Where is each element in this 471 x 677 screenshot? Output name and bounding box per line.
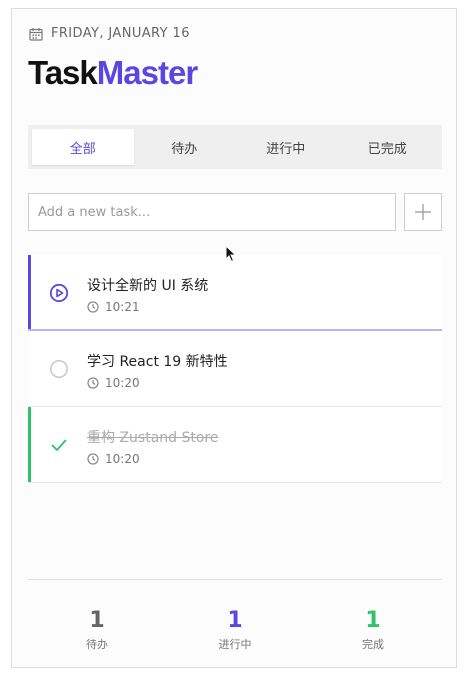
logo-part-task: Task: [28, 54, 98, 91]
filter-tabs: 全部 待办 进行中 已完成: [28, 125, 442, 169]
task-list: 设计全新的 UI 系统 10:21 学习 React 19 新特性 10:20: [28, 255, 442, 483]
task-item[interactable]: 设计全新的 UI 系统 10:21: [28, 255, 442, 331]
task-status-toggle[interactable]: [49, 435, 69, 455]
task-status-bar: [28, 407, 31, 482]
task-item[interactable]: 重构 Zustand Store 10:20: [28, 407, 442, 483]
task-meta: 10:21: [87, 300, 140, 314]
clock-icon: [87, 301, 99, 313]
task-status-toggle[interactable]: [49, 359, 69, 379]
clock-icon: [87, 377, 99, 389]
stat-count: 1: [365, 608, 381, 633]
stat-count: 1: [227, 608, 243, 633]
task-title: 学习 React 19 新特性: [87, 354, 228, 370]
plus-icon: [415, 204, 431, 220]
task-meta: 10:20: [87, 376, 140, 390]
tab-done[interactable]: 已完成: [337, 129, 439, 165]
stat-label: 进行中: [218, 638, 252, 651]
task-item[interactable]: 学习 React 19 新特性 10:20: [28, 331, 442, 407]
task-status-bar: [28, 255, 31, 329]
app-logo: TaskMaster: [28, 54, 198, 92]
tab-all[interactable]: 全部: [32, 129, 134, 165]
stats-footer: 1 待办 1 进行中 1 完成: [28, 579, 442, 660]
mouse-cursor-icon: [225, 245, 237, 263]
logo-part-master: Master: [96, 54, 198, 91]
task-status-toggle[interactable]: [49, 283, 69, 303]
stat-label: 待办: [86, 638, 108, 651]
task-time: 10:21: [105, 300, 140, 314]
date-label: FRIDAY, JANUARY 16: [51, 26, 190, 41]
stat-in-progress: 1 进行中: [166, 580, 304, 660]
stat-count: 1: [89, 608, 105, 633]
calendar-icon: [29, 27, 43, 41]
play-circle-icon: [49, 283, 69, 303]
stat-todo: 1 待办: [28, 580, 166, 660]
task-time: 10:20: [105, 376, 140, 390]
add-task-button[interactable]: [404, 193, 442, 231]
tab-in-progress[interactable]: 进行中: [235, 129, 337, 165]
task-time: 10:20: [105, 452, 140, 466]
task-title: 重构 Zustand Store: [87, 430, 219, 446]
empty-circle-icon: [50, 360, 68, 378]
check-icon: [51, 439, 67, 451]
stat-done: 1 完成: [304, 580, 442, 660]
date-row: FRIDAY, JANUARY 16: [29, 26, 190, 41]
add-task-row: [28, 193, 442, 231]
new-task-input[interactable]: [28, 193, 396, 231]
stat-label: 完成: [362, 638, 384, 651]
tab-todo[interactable]: 待办: [134, 129, 236, 165]
task-meta: 10:20: [87, 452, 140, 466]
task-title: 设计全新的 UI 系统: [87, 278, 209, 294]
clock-icon: [87, 453, 99, 465]
